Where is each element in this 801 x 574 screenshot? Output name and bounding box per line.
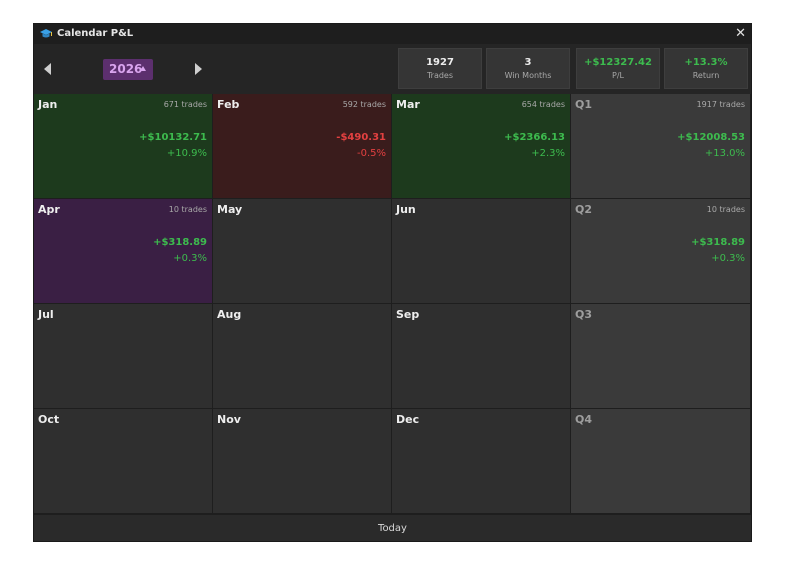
calendar-cell-jan[interactable]: Jan 671 trades +$10132.71 +10.9%	[34, 94, 213, 199]
calendar-cell-oct[interactable]: Oct	[34, 409, 213, 514]
cell-name: Aug	[217, 308, 242, 321]
cell-name: Q2	[575, 203, 593, 216]
cell-name: Oct	[38, 413, 60, 426]
cell-trade-count: 1917 trades	[696, 100, 745, 109]
cell-return-value: +13.0%	[704, 148, 745, 159]
cell-return-value: +10.9%	[166, 148, 207, 159]
calendar-cell-dec[interactable]: Dec	[392, 409, 571, 514]
cell-trade-count: 654 trades	[521, 100, 565, 109]
calendar-cell-mar[interactable]: Mar 654 trades +$2366.13 +2.3%	[392, 94, 571, 199]
calendar-pl-window: Calendar P&L ✕ 2026 1927 Trades 3 Win Mo…	[33, 23, 752, 542]
stat-return: +13.3% Return	[664, 48, 748, 89]
window-title: Calendar P&L	[57, 28, 134, 39]
cell-pl-value: +$2366.13	[504, 132, 565, 143]
calendar-cell-apr[interactable]: Apr 10 trades +$318.89 +0.3%	[34, 199, 213, 304]
cell-name: Jul	[38, 308, 54, 321]
year-label: 2026	[109, 62, 143, 76]
cell-name: Dec	[396, 413, 420, 426]
stat-win-months-value: 3	[524, 57, 532, 68]
graduation-cap-icon	[40, 29, 52, 38]
stat-win-months-label: Win Months	[504, 71, 552, 80]
cell-trade-count: 671 trades	[163, 100, 207, 109]
cell-pl-value: +$12008.53	[677, 132, 745, 143]
calendar-cell-jun[interactable]: Jun	[392, 199, 571, 304]
cell-name: Jan	[38, 98, 58, 111]
stat-trades-value: 1927	[426, 57, 454, 68]
cell-trade-count: 10 trades	[706, 205, 745, 214]
cell-name: Jun	[396, 203, 416, 216]
cell-return-value: +2.3%	[531, 148, 565, 159]
cell-pl-value: +$318.89	[153, 237, 207, 248]
prev-year-arrow-icon[interactable]	[44, 63, 51, 75]
stat-win-months: 3 Win Months	[486, 48, 570, 89]
stat-return-value: +13.3%	[684, 57, 728, 68]
calendar-cell-q3[interactable]: Q3	[571, 304, 751, 409]
cell-return-value: -0.5%	[356, 148, 386, 159]
stat-pl: +$12327.42 P/L	[576, 48, 660, 89]
stat-pl-label: P/L	[612, 71, 624, 80]
cell-return-value: +0.3%	[711, 253, 745, 264]
today-button[interactable]: Today	[34, 514, 751, 541]
cell-return-value: +0.3%	[173, 253, 207, 264]
cell-trade-count: 10 trades	[168, 205, 207, 214]
calendar-cell-q4[interactable]: Q4	[571, 409, 751, 514]
calendar-cell-q2[interactable]: Q2 10 trades +$318.89 +0.3%	[571, 199, 751, 304]
cell-pl-value: +$10132.71	[139, 132, 207, 143]
calendar-cell-aug[interactable]: Aug	[213, 304, 392, 409]
calendar-cell-nov[interactable]: Nov	[213, 409, 392, 514]
cell-pl-value: +$318.89	[691, 237, 745, 248]
stat-trades: 1927 Trades	[398, 48, 482, 89]
caret-up-icon	[140, 66, 146, 71]
calendar-cell-jul[interactable]: Jul	[34, 304, 213, 409]
cell-name: Feb	[217, 98, 240, 111]
toolbar: 2026 1927 Trades 3 Win Months +$12327.42…	[34, 44, 751, 94]
calendar-cell-may[interactable]: May	[213, 199, 392, 304]
cell-name: Sep	[396, 308, 420, 321]
cell-name: Q3	[575, 308, 593, 321]
calendar-cell-feb[interactable]: Feb 592 trades -$490.31 -0.5%	[213, 94, 392, 199]
cell-name: Nov	[217, 413, 241, 426]
calendar-cell-q1[interactable]: Q1 1917 trades +$12008.53 +13.0%	[571, 94, 751, 199]
stat-return-label: Return	[692, 71, 720, 80]
next-year-arrow-icon[interactable]	[195, 63, 202, 75]
cell-name: Q1	[575, 98, 593, 111]
title-bar[interactable]: Calendar P&L ✕	[34, 24, 751, 44]
close-icon[interactable]: ✕	[735, 26, 746, 42]
calendar-cell-sep[interactable]: Sep	[392, 304, 571, 409]
cell-name: Apr	[38, 203, 60, 216]
cell-pl-value: -$490.31	[336, 132, 386, 143]
cell-name: Q4	[575, 413, 593, 426]
stat-trades-label: Trades	[426, 71, 454, 80]
year-selector-button[interactable]: 2026	[103, 59, 153, 80]
cell-trade-count: 592 trades	[342, 100, 386, 109]
cell-name: Mar	[396, 98, 420, 111]
cell-name: May	[217, 203, 243, 216]
stat-pl-value: +$12327.42	[584, 57, 652, 68]
